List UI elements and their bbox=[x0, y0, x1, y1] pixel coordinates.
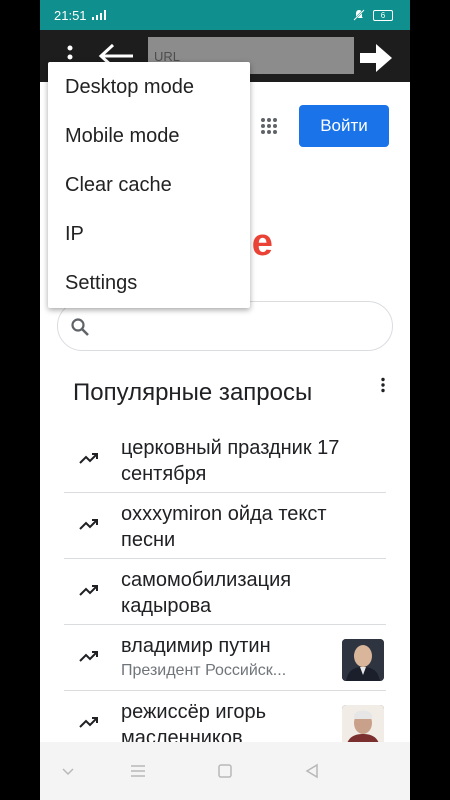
back-icon[interactable] bbox=[302, 762, 322, 780]
trending-list: церковный праздник 17 сентября oxxxymiro… bbox=[64, 427, 386, 757]
trending-up-icon bbox=[79, 519, 98, 530]
trending-up-icon bbox=[79, 717, 98, 728]
search-input[interactable] bbox=[57, 301, 393, 351]
go-arrow-icon[interactable] bbox=[358, 42, 394, 74]
trend-title: церковный праздник 17 сентября bbox=[121, 437, 340, 485]
trend-item[interactable]: oxxxymiron ойда текст песни bbox=[64, 493, 386, 559]
trend-title: владимир путин Президент Российск... bbox=[121, 633, 341, 683]
chevron-down-icon[interactable] bbox=[58, 762, 78, 780]
popular-searches-title: Популярные запросы bbox=[73, 379, 313, 406]
menu-item-mobile-mode[interactable]: Mobile mode bbox=[48, 112, 250, 161]
trend-title: самомобилизация кадырова bbox=[121, 569, 292, 617]
signal-icon bbox=[92, 10, 106, 20]
menu-item-settings[interactable]: Settings bbox=[48, 259, 250, 308]
battery-icon: 6 bbox=[373, 10, 393, 21]
person-thumbnail bbox=[342, 705, 384, 747]
home-icon[interactable] bbox=[215, 762, 235, 780]
overflow-menu: Desktop mode Mobile mode Clear cache IP … bbox=[48, 62, 250, 308]
portrait-icon bbox=[342, 705, 384, 747]
system-navigation-bar bbox=[40, 742, 410, 800]
apps-grid-icon[interactable] bbox=[260, 117, 278, 135]
mute-icon bbox=[353, 9, 365, 21]
portrait-icon bbox=[342, 639, 384, 681]
menu-item-clear-cache[interactable]: Clear cache bbox=[48, 161, 250, 210]
menu-item-ip[interactable]: IP bbox=[48, 210, 250, 259]
trending-up-icon bbox=[79, 585, 98, 596]
trend-item[interactable]: самомобилизация кадырова bbox=[64, 559, 386, 625]
status-bar: 21:51 6 bbox=[40, 0, 410, 30]
phone-screen: 21:51 6 URL Войти e Популярные запросы ц… bbox=[40, 0, 410, 800]
menu-item-desktop-mode[interactable]: Desktop mode bbox=[48, 63, 250, 112]
person-thumbnail bbox=[342, 639, 384, 681]
trend-item[interactable]: владимир путин Президент Российск... bbox=[64, 625, 386, 691]
trend-subtitle: Президент Российск... bbox=[121, 662, 287, 679]
search-icon bbox=[71, 318, 89, 336]
login-button[interactable]: Войти bbox=[299, 105, 389, 147]
logo-letter-e: e bbox=[251, 222, 273, 264]
trend-title: oxxxymiron ойда текст песни bbox=[121, 503, 327, 551]
trend-title-text: владимир путин bbox=[121, 635, 271, 657]
more-options-icon[interactable] bbox=[379, 377, 387, 393]
recent-apps-icon[interactable] bbox=[128, 762, 148, 780]
trend-item[interactable]: церковный праздник 17 сентября bbox=[64, 427, 386, 493]
trending-up-icon bbox=[79, 453, 98, 464]
status-time: 21:51 bbox=[54, 8, 87, 23]
trending-up-icon bbox=[79, 651, 98, 662]
